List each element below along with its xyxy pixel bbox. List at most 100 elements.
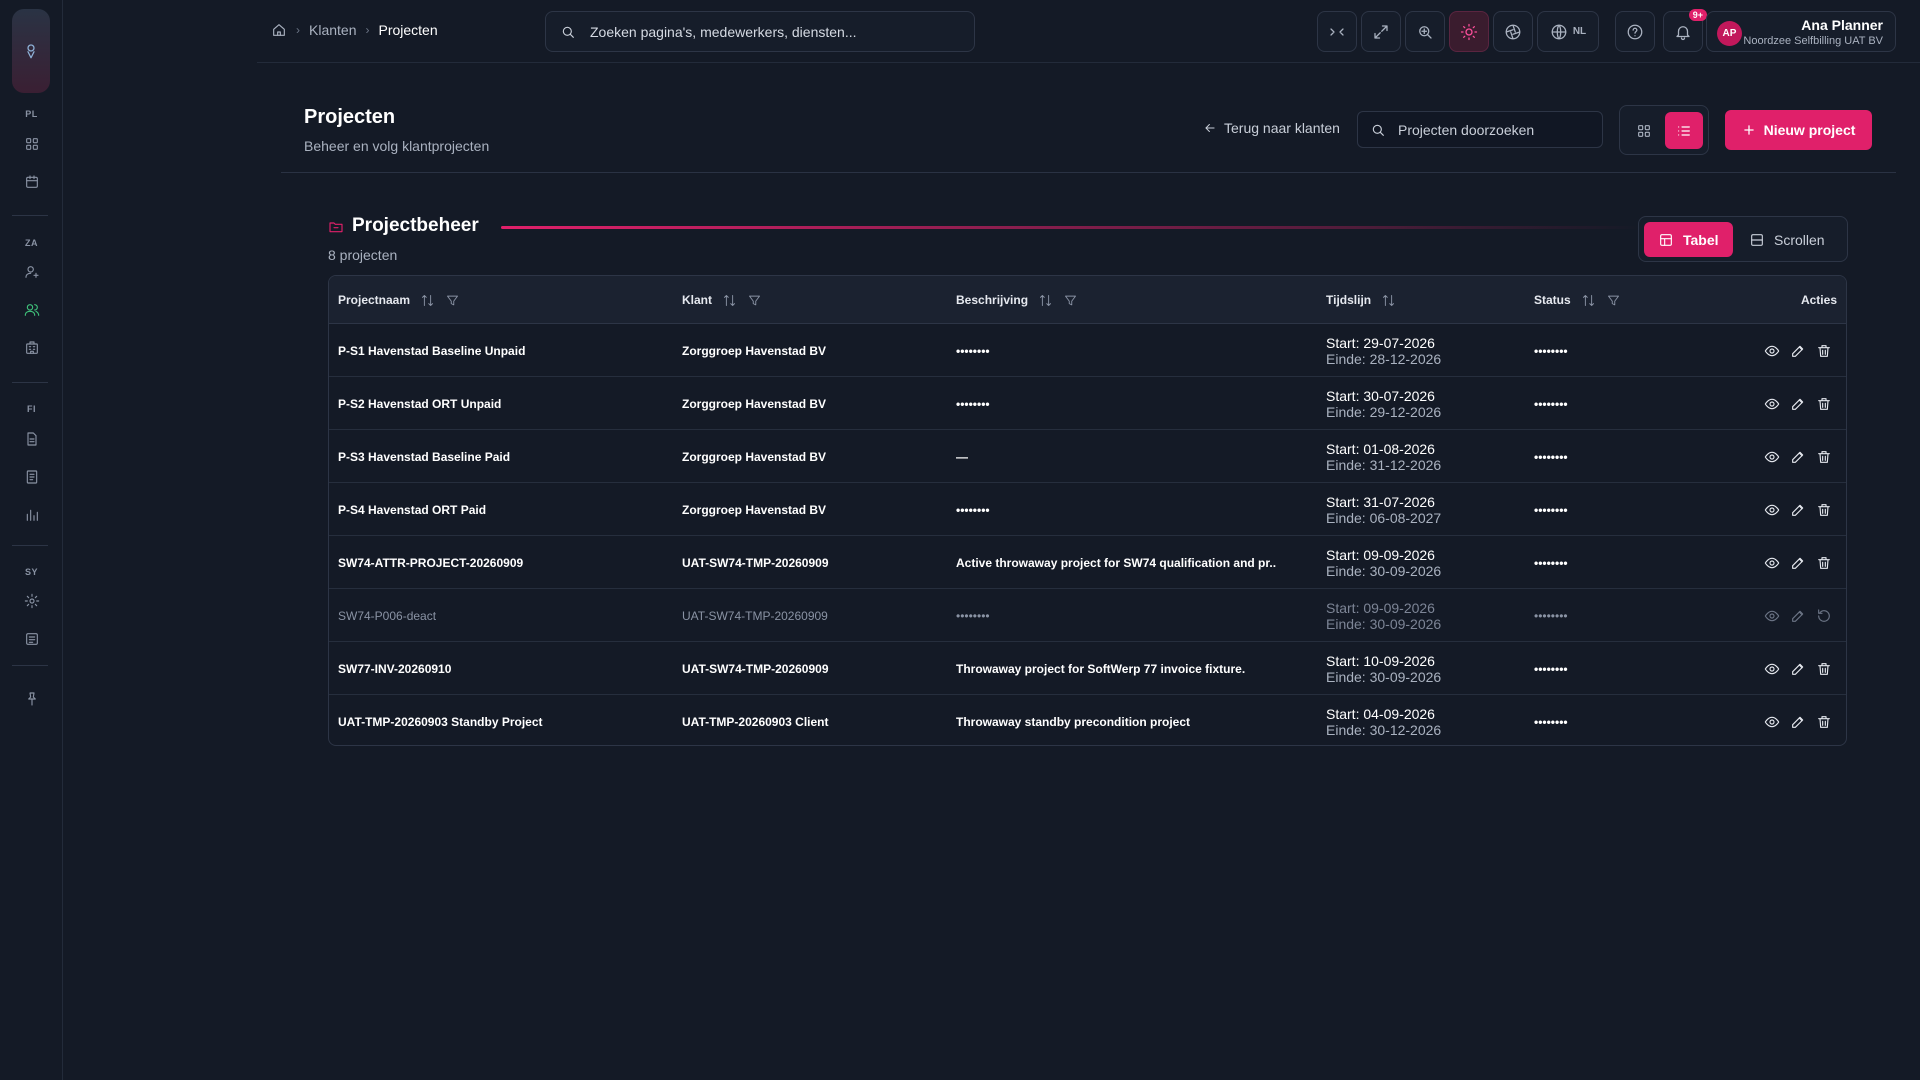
project-name[interactable]: UAT-TMP-20260903 Standby Project (338, 695, 543, 745)
edit-icon[interactable] (1790, 396, 1806, 412)
sidebar-item-calendar[interactable] (19, 169, 45, 195)
user-name: Ana Planner (1801, 17, 1883, 33)
zoom-button[interactable] (1405, 11, 1445, 52)
client-name: UAT-SW74-TMP-20260909 (682, 608, 828, 623)
restore-icon[interactable] (1816, 608, 1832, 624)
scroll-mode-button[interactable]: Scrollen (1735, 222, 1839, 257)
table-row[interactable]: UAT-TMP-20260903 Standby Project UAT-TMP… (329, 695, 1846, 745)
sidebar-pin-button[interactable] (19, 686, 45, 712)
trash-icon[interactable] (1816, 714, 1832, 730)
edit-icon[interactable] (1790, 449, 1806, 465)
eye-icon[interactable] (1764, 555, 1780, 571)
table-mode-button[interactable]: Tabel (1644, 222, 1733, 257)
grid-view-button[interactable] (1625, 112, 1663, 149)
project-search-input[interactable] (1398, 121, 1588, 138)
sidebar-item-clients[interactable] (19, 297, 45, 323)
edit-icon[interactable] (1790, 555, 1806, 571)
eye-icon[interactable] (1764, 661, 1780, 677)
project-description: •••••••• (956, 608, 990, 623)
timeline-end: Einde: 31-12-2026 (1326, 456, 1442, 473)
table-row[interactable]: P-S2 Havenstad ORT Unpaid Zorggroep Have… (329, 377, 1846, 430)
app-logo[interactable] (12, 9, 50, 93)
back-to-clients-link[interactable]: Terug naar klanten (1203, 120, 1340, 136)
project-name[interactable]: SW77-INV-20260910 (338, 642, 451, 695)
sort-icon[interactable] (1581, 293, 1596, 308)
notifications-button[interactable]: 9+ (1663, 9, 1707, 52)
status-value: •••••••• (1534, 449, 1568, 464)
sidebar-item-invoices[interactable] (19, 464, 45, 490)
project-name[interactable]: P-S3 Havenstad Baseline Paid (338, 430, 510, 483)
sidebar-item-reports[interactable] (19, 502, 45, 528)
filter-icon[interactable] (1606, 293, 1621, 308)
timeline: Start: 10-09-2026 Einde: 30-09-2026 (1326, 642, 1441, 695)
breadcrumb: › Klanten › Projecten (271, 22, 438, 38)
aperture-button[interactable] (1493, 11, 1533, 52)
filter-icon[interactable] (445, 293, 460, 308)
table-row[interactable]: SW74-P006-deact UAT-SW74-TMP-20260909 ••… (329, 589, 1846, 642)
user-menu[interactable]: AP Ana Planner Noordzee Selfbilling UAT … (1706, 11, 1896, 52)
chart-icon (26, 509, 38, 521)
sidebar-item-settings[interactable] (19, 588, 45, 614)
eye-icon[interactable] (1764, 343, 1780, 359)
edit-icon[interactable] (1790, 343, 1806, 359)
trash-icon[interactable] (1816, 449, 1832, 465)
logo-icon (27, 44, 35, 59)
table-row[interactable]: P-S3 Havenstad Baseline Paid Zorggroep H… (329, 430, 1846, 483)
sidebar-divider (12, 545, 48, 546)
eye-icon[interactable] (1764, 608, 1780, 624)
edit-icon[interactable] (1790, 661, 1806, 677)
gear-icon (24, 593, 40, 609)
eye-icon[interactable] (1764, 449, 1780, 465)
sort-icon[interactable] (722, 293, 737, 308)
new-project-button[interactable]: Nieuw project (1725, 110, 1872, 150)
sidebar-item-employee[interactable] (19, 259, 45, 285)
language-button[interactable]: NL (1537, 11, 1599, 52)
page-subtitle: Beheer en volg klantprojecten (304, 138, 490, 154)
filter-icon[interactable] (1063, 293, 1078, 308)
eye-icon[interactable] (1764, 396, 1780, 412)
table-row[interactable]: SW77-INV-20260910 UAT-SW74-TMP-20260909 … (329, 642, 1846, 695)
table-row[interactable]: P-S4 Havenstad ORT Paid Zorggroep Havens… (329, 483, 1846, 536)
theme-toggle-button[interactable] (1449, 11, 1489, 52)
table-row[interactable]: SW74-ATTR-PROJECT-20260909 UAT-SW74-TMP-… (329, 536, 1846, 589)
sort-icon[interactable] (1381, 293, 1396, 308)
home-icon[interactable] (271, 22, 287, 38)
fullscreen-button[interactable] (1361, 11, 1401, 52)
view-toggle (1619, 105, 1709, 155)
project-name[interactable]: P-S4 Havenstad ORT Paid (338, 483, 486, 536)
project-name[interactable]: SW74-ATTR-PROJECT-20260909 (338, 536, 523, 589)
project-search[interactable] (1357, 111, 1603, 148)
sort-icon[interactable] (420, 293, 435, 308)
help-button[interactable] (1615, 11, 1655, 52)
sort-icon[interactable] (1038, 293, 1053, 308)
arrow-left-icon (1205, 124, 1215, 132)
trash-icon[interactable] (1816, 661, 1832, 677)
filter-icon[interactable] (747, 293, 762, 308)
trash-icon[interactable] (1816, 396, 1832, 412)
edit-icon[interactable] (1790, 714, 1806, 730)
project-description: Throwaway project for SoftWerp 77 invoic… (956, 661, 1246, 676)
project-name[interactable]: P-S2 Havenstad ORT Unpaid (338, 377, 501, 430)
trash-icon[interactable] (1816, 343, 1832, 359)
eye-icon[interactable] (1764, 502, 1780, 518)
edit-icon[interactable] (1790, 502, 1806, 518)
collapse-button[interactable] (1317, 11, 1357, 52)
client-name: Zorggroep Havenstad BV (682, 449, 827, 464)
project-name[interactable]: SW74-P006-deact (338, 589, 436, 642)
column-header-timeline: Tijdslijn (1326, 276, 1396, 324)
sidebar-item-documents[interactable] (19, 426, 45, 452)
trash-icon[interactable] (1816, 555, 1832, 571)
global-search[interactable] (545, 11, 975, 52)
sidebar-item-dashboard[interactable] (19, 131, 45, 157)
eye-icon[interactable] (1764, 714, 1780, 730)
table-row[interactable]: P-S1 Havenstad Baseline Unpaid Zorggroep… (329, 324, 1846, 377)
sidebar-item-locations[interactable] (19, 335, 45, 361)
list-view-button[interactable] (1665, 112, 1703, 149)
project-name[interactable]: P-S1 Havenstad Baseline Unpaid (338, 324, 525, 377)
global-search-input[interactable] (590, 23, 950, 40)
sidebar-item-logs[interactable] (19, 626, 45, 652)
trash-icon[interactable] (1816, 502, 1832, 518)
edit-icon[interactable] (1790, 608, 1806, 624)
breadcrumb-clients[interactable]: Klanten (309, 22, 356, 38)
folder-icon (328, 219, 344, 235)
